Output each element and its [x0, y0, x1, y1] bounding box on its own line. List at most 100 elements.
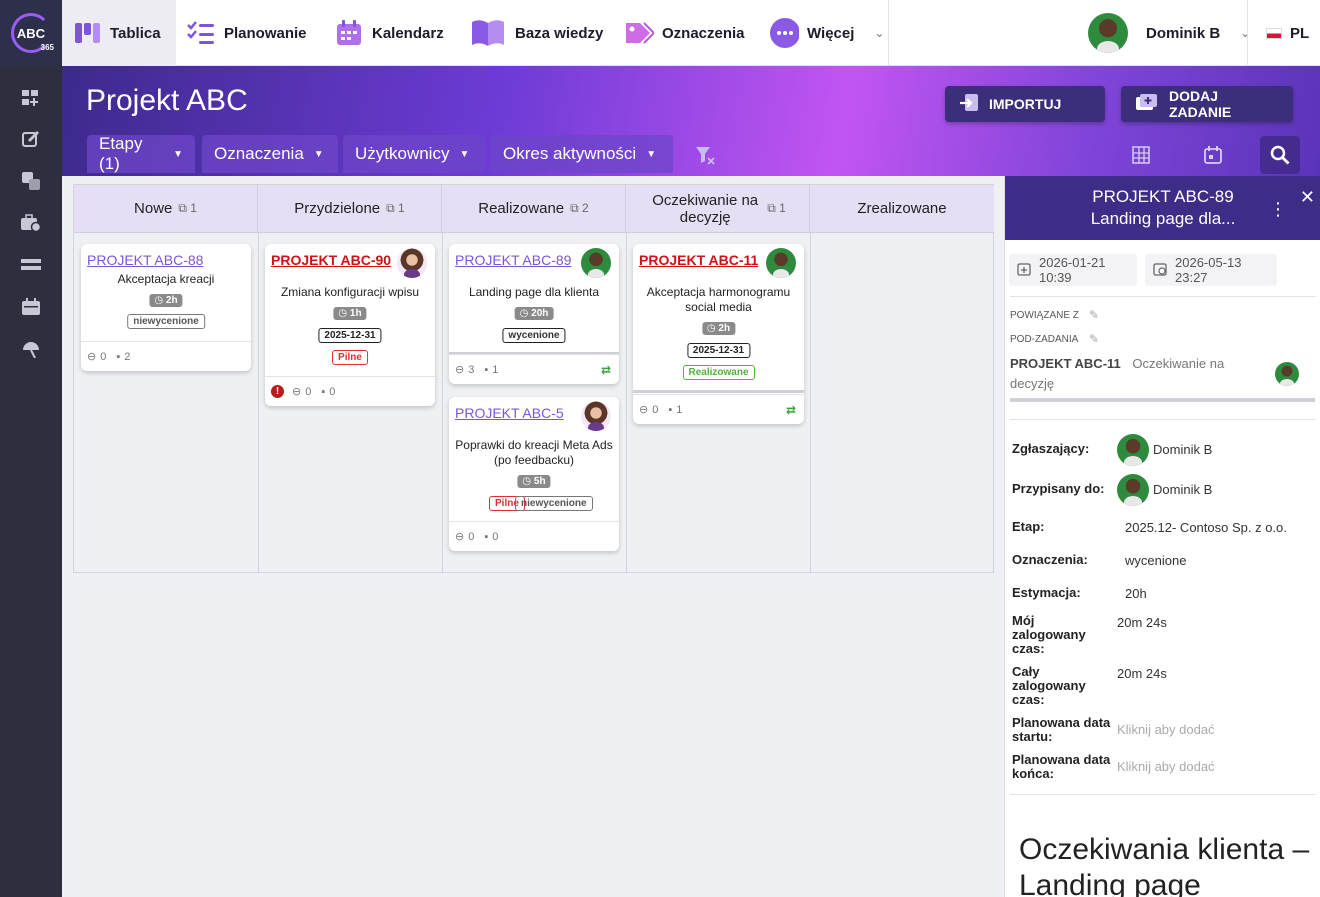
language-switch[interactable]: PL: [1256, 0, 1319, 66]
estimation-value[interactable]: 20h: [1125, 586, 1147, 601]
column-header-przydzielone: Przydzielone ⧉ 1: [258, 185, 442, 233]
list-icon[interactable]: [20, 256, 42, 276]
flag-pl-icon: [1266, 27, 1282, 39]
filter-tags[interactable]: Oznaczenia ▼: [202, 135, 338, 173]
column-count: ⧉ 1: [386, 201, 405, 215]
assignee-value[interactable]: Dominik B: [1153, 482, 1212, 497]
app-logo[interactable]: ABC 365: [0, 0, 62, 66]
stage-label: Etap:: [1012, 519, 1045, 534]
assignee-avatar: [581, 401, 611, 431]
add-board-icon[interactable]: [20, 88, 42, 108]
column-header-nowe: Nowe ⧉ 1: [74, 185, 258, 233]
task-detail-panel: PROJEKT ABC-89 Landing page dla... ⋮ ✕ 2…: [1004, 176, 1320, 897]
clear-filter-icon[interactable]: [692, 142, 718, 168]
book-icon: [469, 18, 507, 48]
panel-header: PROJEKT ABC-89 Landing page dla... ⋮ ✕: [1005, 176, 1320, 240]
subtask-item[interactable]: PROJEKT ABC-11 Oczekiwanie na decyzję: [1010, 354, 1250, 394]
checklist-icon: [186, 18, 216, 48]
nav-label: Baza wiedzy: [515, 24, 604, 42]
card-id-link[interactable]: PROJEKT ABC-88: [87, 252, 203, 268]
column-title: Zrealizowane: [857, 200, 947, 217]
progress-bar: [633, 390, 804, 393]
estimation-label: Estymacja:: [1012, 585, 1081, 600]
filter-activity-period[interactable]: Okres aktywności ▼: [491, 135, 673, 173]
add-task-button[interactable]: DODAJ ZADANIE: [1121, 86, 1293, 122]
link-count: 0: [468, 530, 475, 543]
planned-start-value[interactable]: Kliknij aby dodać: [1117, 722, 1215, 737]
import-icon: [959, 93, 979, 116]
assignee-avatar: [1117, 474, 1149, 506]
search-button[interactable]: [1260, 136, 1300, 174]
due-date-badge: 2025-12-31: [686, 343, 751, 358]
comment-count: 0: [492, 530, 499, 543]
related-label: POWIĄZANE Z: [1010, 310, 1079, 321]
link-count: 0: [652, 403, 659, 416]
language-label: PL: [1290, 24, 1310, 42]
created-date: 2026-01-21 10:39: [1009, 254, 1137, 286]
comment-icon: ▪: [484, 530, 489, 543]
filter-label: Etapy (1): [99, 134, 143, 173]
import-button[interactable]: IMPORTUJ: [945, 86, 1105, 122]
nav-baza-wiedzy[interactable]: Baza wiedzy: [459, 0, 613, 66]
comment-icon: ▪: [116, 350, 121, 363]
card-id-link[interactable]: PROJEKT ABC-89: [455, 252, 571, 268]
close-icon[interactable]: ✕: [1300, 186, 1315, 208]
reporter-value[interactable]: Dominik B: [1153, 442, 1212, 457]
edit-icon[interactable]: [20, 129, 42, 149]
calendar-plus-icon: [1017, 262, 1031, 279]
time-estimate-badge: ◷ 20h: [514, 307, 554, 320]
nav-kalendarz[interactable]: Kalendarz: [324, 0, 454, 66]
more-vertical-icon[interactable]: ⋮: [1269, 198, 1287, 220]
card-footer: ⊖ 3 ▪ 1 ⇄: [449, 354, 619, 384]
sidebar: [0, 66, 62, 897]
card-footer: ⊖ 0 ▪ 0: [449, 521, 619, 551]
reporter-label: Zgłaszający:: [1012, 441, 1090, 456]
edit-related-icon[interactable]: ✎: [1089, 308, 1099, 322]
add-task-label: DODAJ ZADANIE: [1169, 88, 1232, 120]
task-card-abc-5[interactable]: PROJEKT ABC-5 Poprawki do kreacji Meta A…: [449, 397, 619, 551]
card-id-link[interactable]: PROJEKT ABC-90: [271, 252, 391, 268]
link-icon: ⊖: [639, 404, 649, 416]
subtask-progress: [1010, 398, 1315, 402]
planned-end-value[interactable]: Kliknij aby dodać: [1117, 759, 1215, 774]
swap-icon[interactable]: [20, 171, 42, 191]
stage-value[interactable]: 2025.12- Contoso Sp. z o.o.: [1125, 520, 1287, 535]
comment-count: 0: [329, 385, 336, 398]
link-count: 0: [305, 385, 312, 398]
assignee-avatar: [397, 248, 427, 278]
link-icon: ⊖: [87, 351, 97, 363]
grid-view-icon[interactable]: [1128, 142, 1154, 168]
tags-value[interactable]: wycenione: [1125, 553, 1186, 568]
nav-label: Oznaczenia: [662, 24, 745, 42]
filter-users[interactable]: Użytkownicy ▼: [343, 135, 485, 173]
column-header-zrealizowane: Zrealizowane: [810, 185, 994, 233]
nav-label: Kalendarz: [372, 24, 444, 42]
filter-label: Okres aktywności: [503, 144, 637, 163]
task-card-abc-90[interactable]: PROJEKT ABC-90 Zmiana konfiguracji wpisu…: [265, 244, 435, 406]
task-card-abc-11[interactable]: PROJEKT ABC-11 Akceptacja harmonogramu s…: [633, 244, 804, 424]
card-id-link[interactable]: PROJEKT ABC-5: [455, 405, 564, 421]
tag-badge: wycenione: [502, 328, 566, 343]
briefcase-clock-icon[interactable]: [20, 213, 42, 233]
transfer-icon[interactable]: ⇄: [786, 403, 796, 417]
task-card-abc-88[interactable]: PROJEKT ABC-88 Akceptacja kreacji ◷ 2h n…: [81, 244, 251, 371]
board-icon: [72, 18, 102, 48]
beach-umbrella-icon[interactable]: [20, 339, 42, 359]
card-title: Zmiana konfiguracji wpisu: [280, 285, 420, 299]
nav-wiecej[interactable]: Więcej ⌄: [759, 0, 894, 66]
calendar-icon[interactable]: [20, 297, 42, 317]
tags-label: Oznaczenia:: [1012, 552, 1088, 567]
nav-oznaczenia[interactable]: Oznaczenia: [614, 0, 755, 66]
nav-tablica[interactable]: Tablica: [62, 0, 176, 66]
task-card-abc-89[interactable]: PROJEKT ABC-89 Landing page dla klienta …: [449, 244, 619, 384]
card-id-link[interactable]: PROJEKT ABC-11: [639, 252, 758, 268]
column-title: Oczekiwanie na decyzję: [652, 191, 759, 226]
transfer-icon[interactable]: ⇄: [601, 363, 611, 377]
filter-label: Oznaczenia: [214, 144, 304, 163]
user-menu[interactable]: Dominik B ⌄: [1078, 0, 1260, 66]
edit-subtasks-icon[interactable]: ✎: [1089, 332, 1099, 346]
calendar-view-icon[interactable]: [1200, 142, 1226, 168]
filter-stages[interactable]: Etapy (1) ▼: [87, 134, 195, 173]
due-date[interactable]: 2026-05-13 23:27: [1145, 254, 1277, 286]
nav-planowanie[interactable]: Planowanie: [176, 0, 317, 66]
